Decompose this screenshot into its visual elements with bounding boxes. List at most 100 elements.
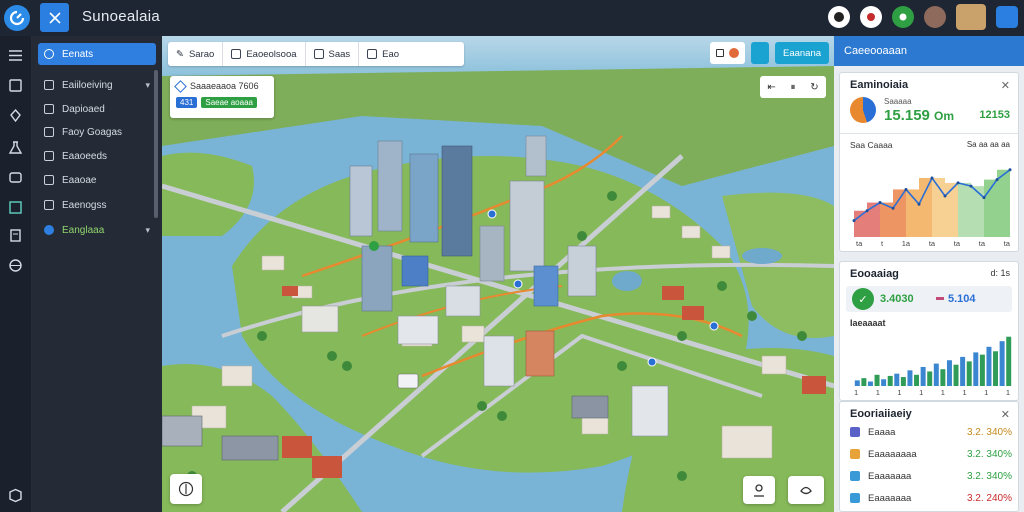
toolbar-item-2[interactable]: Saas — [306, 42, 360, 66]
chevron-down-icon[interactable]: ▾ — [145, 225, 150, 236]
top-bar: Sunoealaia — [0, 0, 1024, 36]
compass-icon — [178, 481, 194, 497]
data-point — [956, 181, 960, 185]
trend-chart — [852, 168, 1012, 237]
sidebar-item-1[interactable]: Eaiiloeiving ▾ — [38, 74, 156, 96]
info-card-title: Saaaeaaoa 7606 — [190, 81, 259, 91]
expand-icon — [716, 49, 724, 57]
align-icon[interactable]: ⇤ — [767, 82, 775, 93]
activity-row-1[interactable]: Eaaaaaaaa 3.2. 340% — [850, 444, 1018, 464]
map-action-button[interactable]: Eaanana — [775, 42, 830, 64]
chevron-down-icon[interactable]: ▾ — [145, 80, 150, 91]
bar — [867, 381, 873, 386]
kpi-unit: Om — [934, 109, 955, 123]
user-avatar-2[interactable] — [956, 4, 986, 30]
activity-row-3[interactable]: Eaaaaaaa 3.2. 240% — [850, 488, 1018, 508]
row-value: 3.2. 340% — [966, 426, 1012, 438]
close-icon[interactable]: ✕ — [1001, 79, 1010, 92]
row-color-icon — [850, 493, 860, 503]
data-point — [969, 184, 973, 188]
refresh-icon[interactable]: ↻ — [810, 82, 818, 93]
data-point — [865, 209, 869, 213]
user-avatar-1[interactable] — [924, 6, 946, 28]
kpi-value: 15.159 — [884, 107, 930, 124]
bar — [993, 351, 999, 386]
divider — [840, 133, 1018, 134]
data-point — [917, 202, 921, 206]
item-icon — [44, 151, 54, 161]
menu-icon[interactable] — [8, 48, 23, 63]
square-icon[interactable] — [8, 78, 23, 93]
sidebar-item-3[interactable]: Faoy Goagas — [38, 121, 156, 143]
card-title: Eooaaiag — [850, 268, 899, 280]
x-tick-label: 1 — [875, 388, 880, 397]
right-panel: Caeeooaaan Eaminoiaia ✕ Saaaaa 15.159 Om… — [834, 36, 1024, 512]
tools-button[interactable] — [40, 3, 69, 32]
app-title: Sunoealaia — [82, 8, 161, 25]
chart-legend: Sa aa aa aa — [966, 140, 1010, 149]
share-button[interactable] — [788, 476, 824, 504]
package-icon[interactable] — [8, 488, 23, 503]
alert-icon[interactable] — [860, 6, 882, 28]
bar — [887, 375, 893, 386]
sidebar-item-2[interactable]: Dapioaed — [38, 98, 156, 120]
pause-icon[interactable]: ⏸ — [790, 82, 795, 93]
kpi-b: 5.104 — [948, 293, 976, 305]
x-tick-label: 1 — [984, 388, 989, 397]
chat-icon[interactable] — [8, 170, 23, 185]
sidebar-item-5[interactable]: Eaaoae — [38, 169, 156, 191]
activity-bar-chart — [854, 336, 1012, 386]
toolbar-item-1[interactable]: Eaoeolsooa — [223, 42, 306, 66]
x-tick-label: 1 — [854, 388, 859, 397]
sidebar-item-4[interactable]: Eaaoeeds — [38, 145, 156, 167]
data-point — [1008, 168, 1012, 172]
app-logo-icon[interactable] — [4, 5, 30, 31]
map-tools-pill[interactable] — [710, 42, 745, 64]
grid-icon — [313, 49, 324, 59]
item-icon — [44, 200, 54, 210]
flask-icon[interactable] — [8, 140, 23, 155]
sidebar-scrollbar[interactable] — [154, 70, 158, 218]
data-point — [995, 178, 999, 182]
data-point — [904, 187, 908, 191]
toolbar-item-3[interactable]: Eao — [359, 42, 407, 66]
sidebar-item-0[interactable]: Eenats — [38, 43, 156, 65]
overview-card: Eaminoiaia ✕ Saaaaa 15.159 Om 12153 Saa … — [839, 72, 1019, 252]
document-icon[interactable] — [8, 228, 23, 243]
notification-icon[interactable] — [828, 6, 850, 28]
layer-toggle-button[interactable] — [751, 42, 769, 64]
activity-row-2[interactable]: Eaaaaaaa 3.2. 340% — [850, 466, 1018, 486]
close-icon[interactable]: ✕ — [1001, 408, 1010, 421]
info-badge-blue: 431 — [176, 97, 198, 108]
profile-avatar[interactable] — [996, 6, 1018, 28]
data-point — [891, 206, 895, 210]
pin-icon[interactable] — [8, 108, 23, 123]
left-rail — [0, 36, 32, 512]
bar — [953, 364, 959, 386]
location-info-card[interactable]: Saaaeaaoa 7606 431 Saeae aoaaa — [170, 76, 274, 118]
item-icon — [44, 175, 54, 185]
compass-button[interactable] — [170, 474, 202, 504]
sidebar-item-7[interactable]: Eanglaaa ▾ — [38, 219, 156, 241]
status-icon[interactable] — [892, 6, 914, 28]
share-icon — [800, 486, 812, 495]
bar — [920, 366, 926, 386]
sidebar-item-6[interactable]: Eaenogss — [38, 194, 156, 216]
bar — [914, 374, 920, 386]
layers-icon — [231, 49, 242, 59]
row-label: Eaaaaaaa — [868, 470, 912, 482]
data-point — [930, 176, 934, 180]
globe-icon[interactable] — [8, 258, 23, 273]
row-value: 3.2. 340% — [966, 470, 1012, 482]
x-tick-label: ta — [1003, 239, 1010, 248]
item-icon — [44, 49, 54, 59]
location-icon — [174, 79, 187, 93]
bar — [933, 363, 939, 386]
bar — [946, 360, 952, 386]
board-icon[interactable] — [8, 200, 23, 215]
activity-row-0[interactable]: Eaaaa 3.2. 340% — [850, 422, 1018, 442]
chart-title: Iaeaaaat — [850, 318, 886, 328]
x-tick-label: 1 — [962, 388, 967, 397]
toolbar-item-0[interactable]: ✎ Sarao — [168, 42, 224, 66]
locate-button[interactable] — [743, 476, 775, 504]
